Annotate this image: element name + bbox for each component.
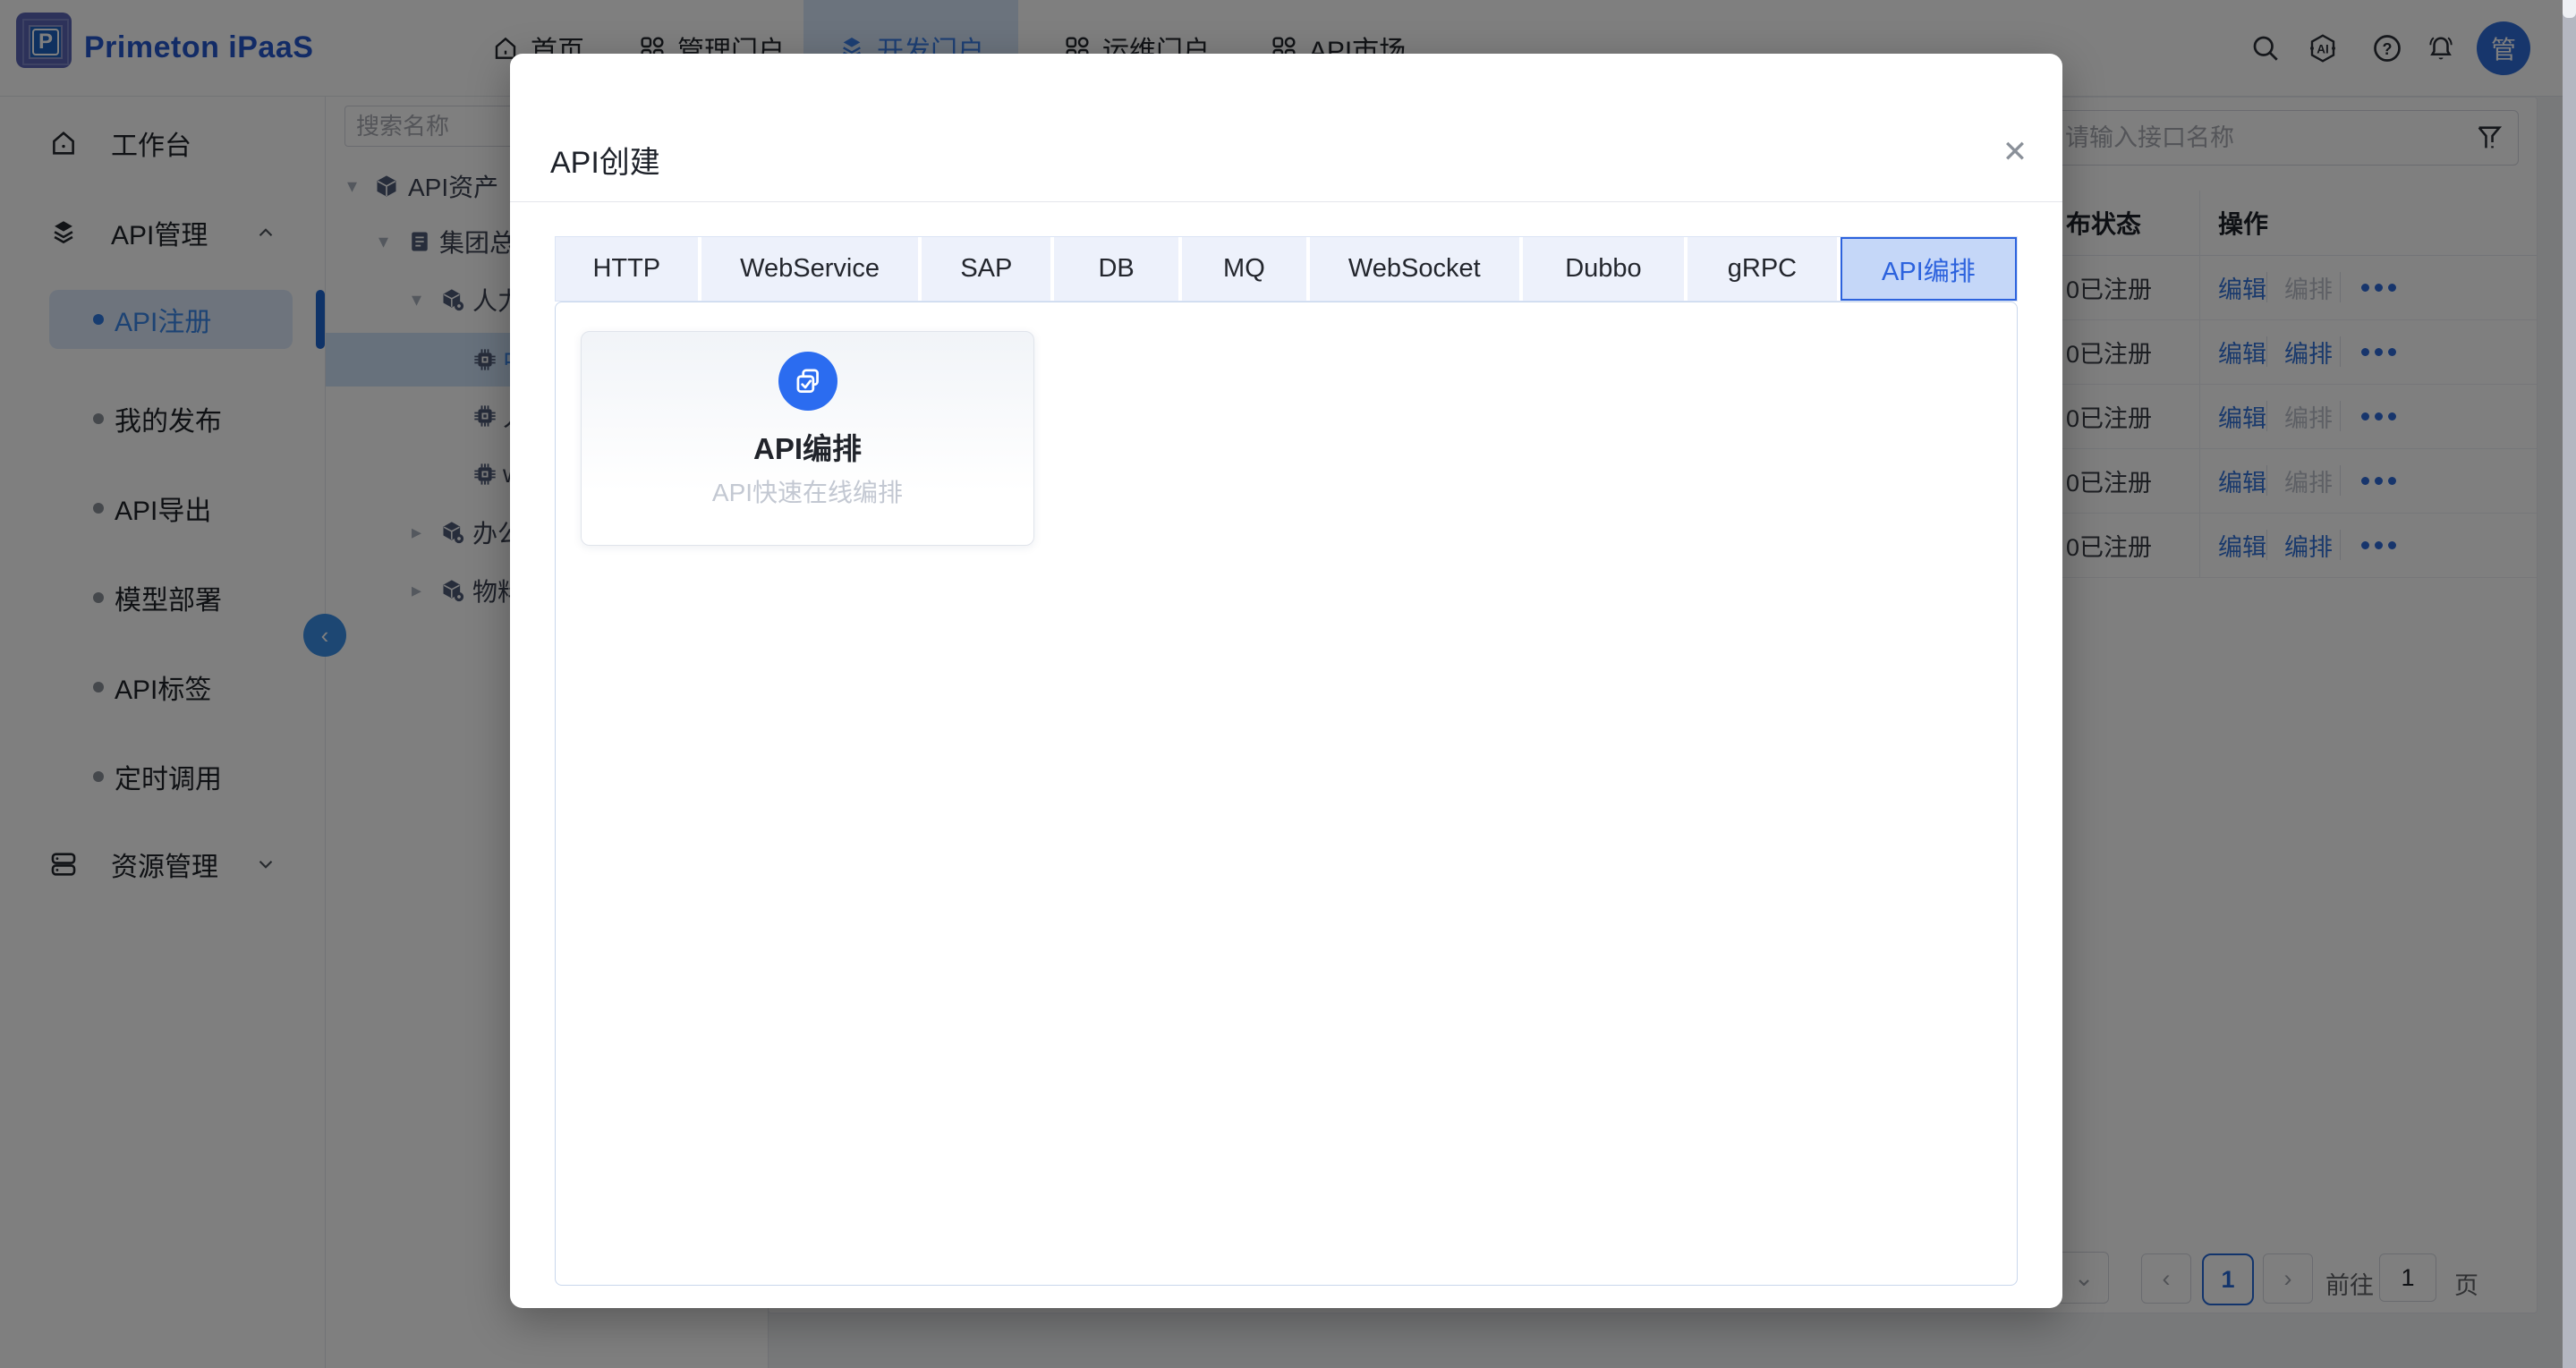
modal-content-area: API编排 API快速在线编排	[555, 302, 2018, 1286]
tab-websocket[interactable]: WebSocket	[1310, 237, 1519, 301]
api-create-modal: API创建 ✕ HTTP WebService SAP DB MQ WebSoc…	[510, 54, 2062, 1308]
tab-mq[interactable]: MQ	[1182, 237, 1306, 301]
tab-grpc[interactable]: gRPC	[1688, 237, 1837, 301]
tab-http[interactable]: HTTP	[556, 237, 698, 301]
tab-dubbo[interactable]: Dubbo	[1523, 237, 1684, 301]
card-title: API编排	[582, 425, 1033, 468]
modal-header-divider	[510, 201, 2062, 202]
app-screen: P Primeton iPaaS 首页 管理门户 开发门户 运维门户 API市场…	[0, 0, 2576, 1368]
api-orchestration-card[interactable]: API编排 API快速在线编排	[581, 331, 1034, 546]
protocol-tabs: HTTP WebService SAP DB MQ WebSocket Dubb…	[555, 236, 2018, 302]
tab-webservice[interactable]: WebService	[701, 237, 919, 301]
tab-api-orchestration[interactable]: API编排	[1841, 237, 2017, 301]
page-scrollbar[interactable]	[2563, 0, 2576, 1368]
orchestration-icon	[778, 352, 837, 411]
close-icon[interactable]: ✕	[1995, 132, 2035, 172]
card-description: API快速在线编排	[582, 473, 1033, 509]
modal-title: API创建	[550, 138, 660, 182]
scrollbar-track-cap	[2563, 0, 2576, 18]
tab-db[interactable]: DB	[1054, 237, 1178, 301]
tab-sap[interactable]: SAP	[922, 237, 1050, 301]
